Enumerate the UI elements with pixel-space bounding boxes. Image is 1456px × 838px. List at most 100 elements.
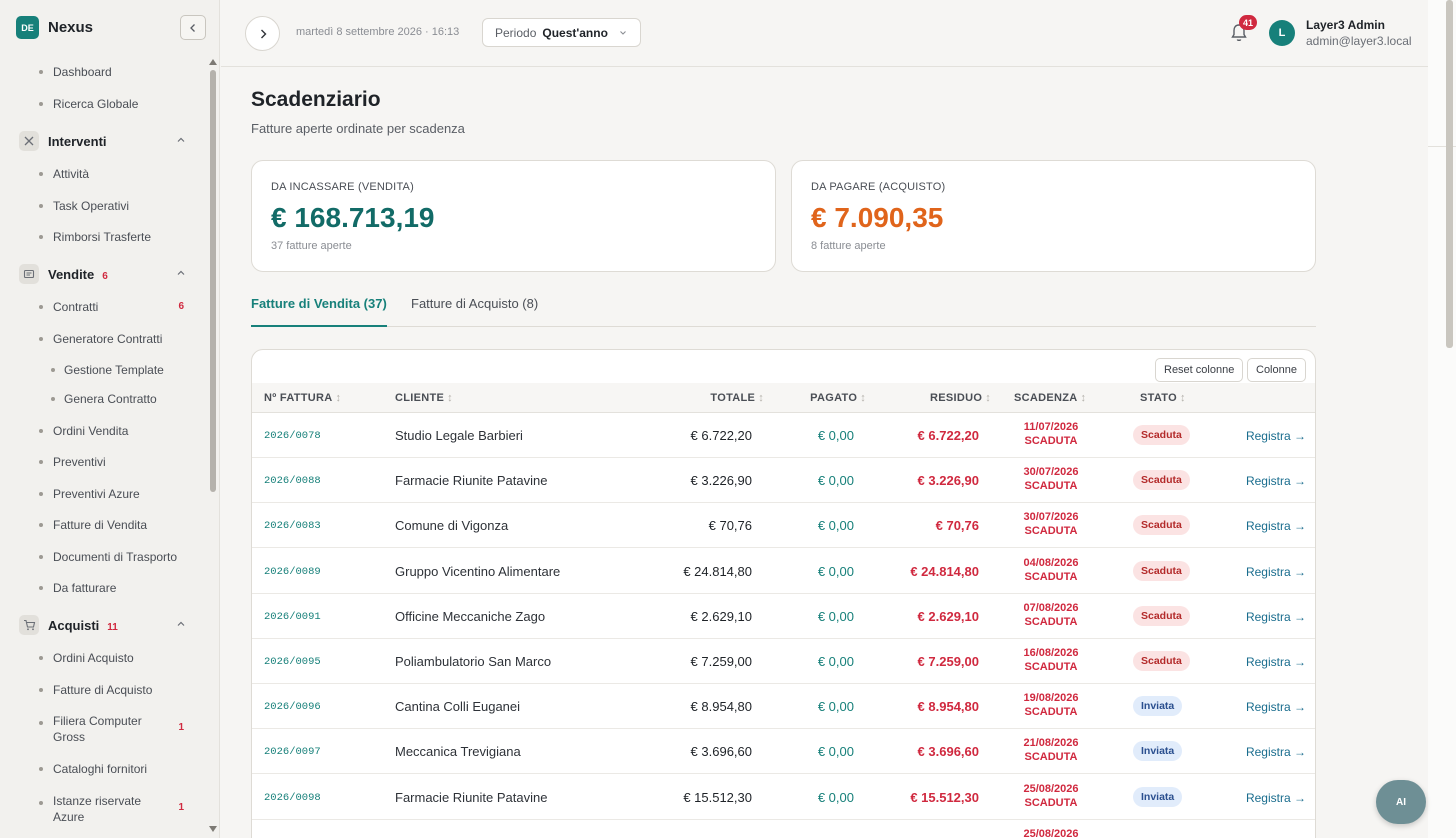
bullet [39,70,43,74]
register-payment-link[interactable]: Registra → [1246,700,1306,714]
register-payment-link[interactable]: Registra → [1246,519,1306,533]
invoice-number-link[interactable]: 2026/0083 [264,520,321,532]
sidebar-item-count: 1 [178,722,184,733]
sort-icon[interactable]: ↕ [336,392,342,404]
sidebar-item-istanze-riservate[interactable]: Istanze riservate Azure 1 [0,793,206,827]
brand[interactable]: DE Nexus [16,16,93,39]
sidebar-item-preventivi-azure[interactable]: Preventivi Azure [0,486,206,502]
table-row[interactable]: 2026/0083 Comune di Vigonza € 70,76 € 0,00 €… [252,503,1315,549]
table-row[interactable]: 2026/0089 Gruppo Vicentino Alimentare € 24… [252,549,1315,594]
invoice-number-link[interactable]: 2026/0089 [264,566,321,578]
invoice-number-link[interactable]: 2026/0091 [264,611,321,623]
table-row[interactable]: 2026/0095 Poliambulatorio San Marco € 7.25… [252,639,1315,684]
status-badge: Scaduta [1133,605,1190,626]
columns-button[interactable]: Colonne [1247,358,1306,382]
due-date-value: 25/08/2026 [1023,782,1079,795]
tab-sales-invoices[interactable]: Fatture di Vendita (37) [251,296,387,327]
section-count-badge: 6 [102,270,108,282]
table-row[interactable]: 25/08/2026 [252,820,1315,838]
sort-icon[interactable]: ↕ [1180,392,1186,404]
sidebar-item-label-line2: Azure [53,810,85,824]
client-name: Farmacie Riunite Patavine [395,473,548,489]
column-header[interactable]: Nº FATTURA ↕ [264,392,341,404]
expand-button[interactable] [245,16,280,51]
register-payment-link[interactable]: Registra → [1246,474,1306,488]
sidebar-item-contratti[interactable]: Contratti 6 [0,299,206,315]
receipt-icon [19,264,39,284]
paid-amount: € 0,00 [817,608,854,624]
chevron-up-icon[interactable] [176,132,186,150]
column-header[interactable]: RESIDUO ↕ [930,392,991,404]
sidebar-item-task-operativi[interactable]: Task Operativi [0,198,206,214]
sidebar-item-dashboard[interactable]: Dashboard [0,64,206,80]
table-row[interactable]: 2026/0091 Officine Meccaniche Zago € 2.629… [252,594,1315,639]
period-select[interactable]: Periodo Quest'anno [482,18,641,47]
sidebar-item-preventivi[interactable]: Preventivi [0,454,206,470]
invoice-number-link[interactable]: 2026/0097 [264,746,321,758]
chevron-up-icon[interactable] [176,616,186,634]
invoice-number-link[interactable]: 2026/0078 [264,430,321,442]
sidebar-item-ordini-acquisto[interactable]: Ordini Acquisto [0,650,206,666]
column-header[interactable]: CLIENTE ↕ [395,392,453,404]
register-payment-link[interactable]: Registra → [1246,565,1306,579]
column-header[interactable]: PAGATO ↕ [810,392,866,404]
sidebar-item-da-fatturare[interactable]: Da fatturare [0,580,206,596]
table-row[interactable]: 2026/0078 Studio Legale Barbieri € 6.722,2… [252,413,1315,458]
sidebar-item-cataloghi-fornitori[interactable]: Cataloghi fornitori [0,761,206,777]
sidebar-item-gestione-template[interactable]: Gestione Template [0,362,206,378]
due-date: 04/08/2026 SCADUTA [997,556,1105,584]
ai-assistant-button[interactable]: AI [1376,780,1426,824]
purchase-summary-card: DA PAGARE (ACQUISTO) € 7.090,35 8 fattur… [791,160,1316,272]
sidebar-item-fatture-di-acquisto[interactable]: Fatture di Acquisto [0,682,206,698]
sidebar-section-interventi[interactable]: Interventi [0,129,206,153]
sort-icon[interactable]: ↕ [447,392,453,404]
table-row[interactable]: 2026/0098 Farmacie Riunite Patavine € 15.5… [252,775,1315,820]
scroll-up-arrow[interactable] [209,59,217,65]
user-name[interactable]: Layer3 Admin [1306,18,1385,32]
scroll-down-arrow[interactable] [209,826,217,832]
column-header[interactable]: TOTALE ↕ [710,392,764,404]
paid-amount: € 0,00 [817,744,854,760]
due-date-value: 25/08/2026 [1023,827,1079,838]
sidebar-item-ordini-vendita[interactable]: Ordini Vendita [0,423,206,439]
sidebar-item-label: Istanze riservate [53,794,142,808]
sidebar-section-label: Vendite 6 [48,267,108,282]
sidebar-scrollbar[interactable] [210,70,216,492]
sidebar-item-documenti-di-trasporto[interactable]: Documenti di Trasporto [0,549,206,565]
sort-icon[interactable]: ↕ [985,392,991,404]
sidebar-item-generatore-contratti[interactable]: Generatore Contratti [0,331,206,347]
table-row[interactable]: 2026/0097 Meccanica Trevigiana € 3.696,60 €… [252,729,1315,775]
avatar[interactable]: L [1269,20,1295,46]
card-label: DA PAGARE (ACQUISTO) [811,181,946,193]
table-row[interactable]: 2026/0088 Farmacie Riunite Patavine € 3.22… [252,458,1315,504]
sidebar-item-ricerca-globale[interactable]: Ricerca Globale [0,96,206,112]
sidebar-item-attivit[interactable]: Attività [0,166,206,182]
sort-icon[interactable]: ↕ [758,392,764,404]
register-payment-link[interactable]: Registra → [1246,429,1306,443]
main-scrollbar[interactable] [1446,0,1453,348]
reset-columns-button[interactable]: Reset colonne [1155,358,1244,382]
column-header[interactable]: STATO ↕ [1140,392,1186,404]
table-row[interactable]: 2026/0096 Cantina Colli Euganei € 8.954,80… [252,684,1315,730]
sort-icon[interactable]: ↕ [1081,392,1087,404]
invoice-number-link[interactable]: 2026/0098 [264,792,321,804]
register-payment-link[interactable]: Registra → [1246,610,1306,624]
tab-purchase-invoices[interactable]: Fatture di Acquisto (8) [411,296,538,327]
register-payment-link[interactable]: Registra → [1246,745,1306,759]
sidebar-item-fatture-di-vendita[interactable]: Fatture di Vendita [0,517,206,533]
sort-icon[interactable]: ↕ [860,392,866,404]
invoice-number-link[interactable]: 2026/0096 [264,701,321,713]
sidebar-section-acquisti[interactable]: Acquisti 11 [0,613,206,637]
collapse-sidebar-button[interactable] [180,15,206,40]
invoice-number-link[interactable]: 2026/0088 [264,475,321,487]
sidebar-item-genera-contratto[interactable]: Genera Contratto [0,391,206,407]
sidebar-item-rimborsi-trasferte[interactable]: Rimborsi Trasferte [0,229,206,245]
chevron-up-icon[interactable] [176,265,186,283]
column-header[interactable]: SCADENZA ↕ [1014,392,1086,404]
invoice-number-link[interactable]: 2026/0095 [264,656,321,668]
sidebar-item-filiera-computer[interactable]: Filiera Computer Gross 1 [0,713,206,747]
register-payment-link[interactable]: Registra → [1246,655,1306,669]
register-payment-link[interactable]: Registra → [1246,791,1306,805]
sidebar-section-label: Interventi [48,134,107,149]
sidebar-section-vendite[interactable]: Vendite 6 [0,262,206,286]
